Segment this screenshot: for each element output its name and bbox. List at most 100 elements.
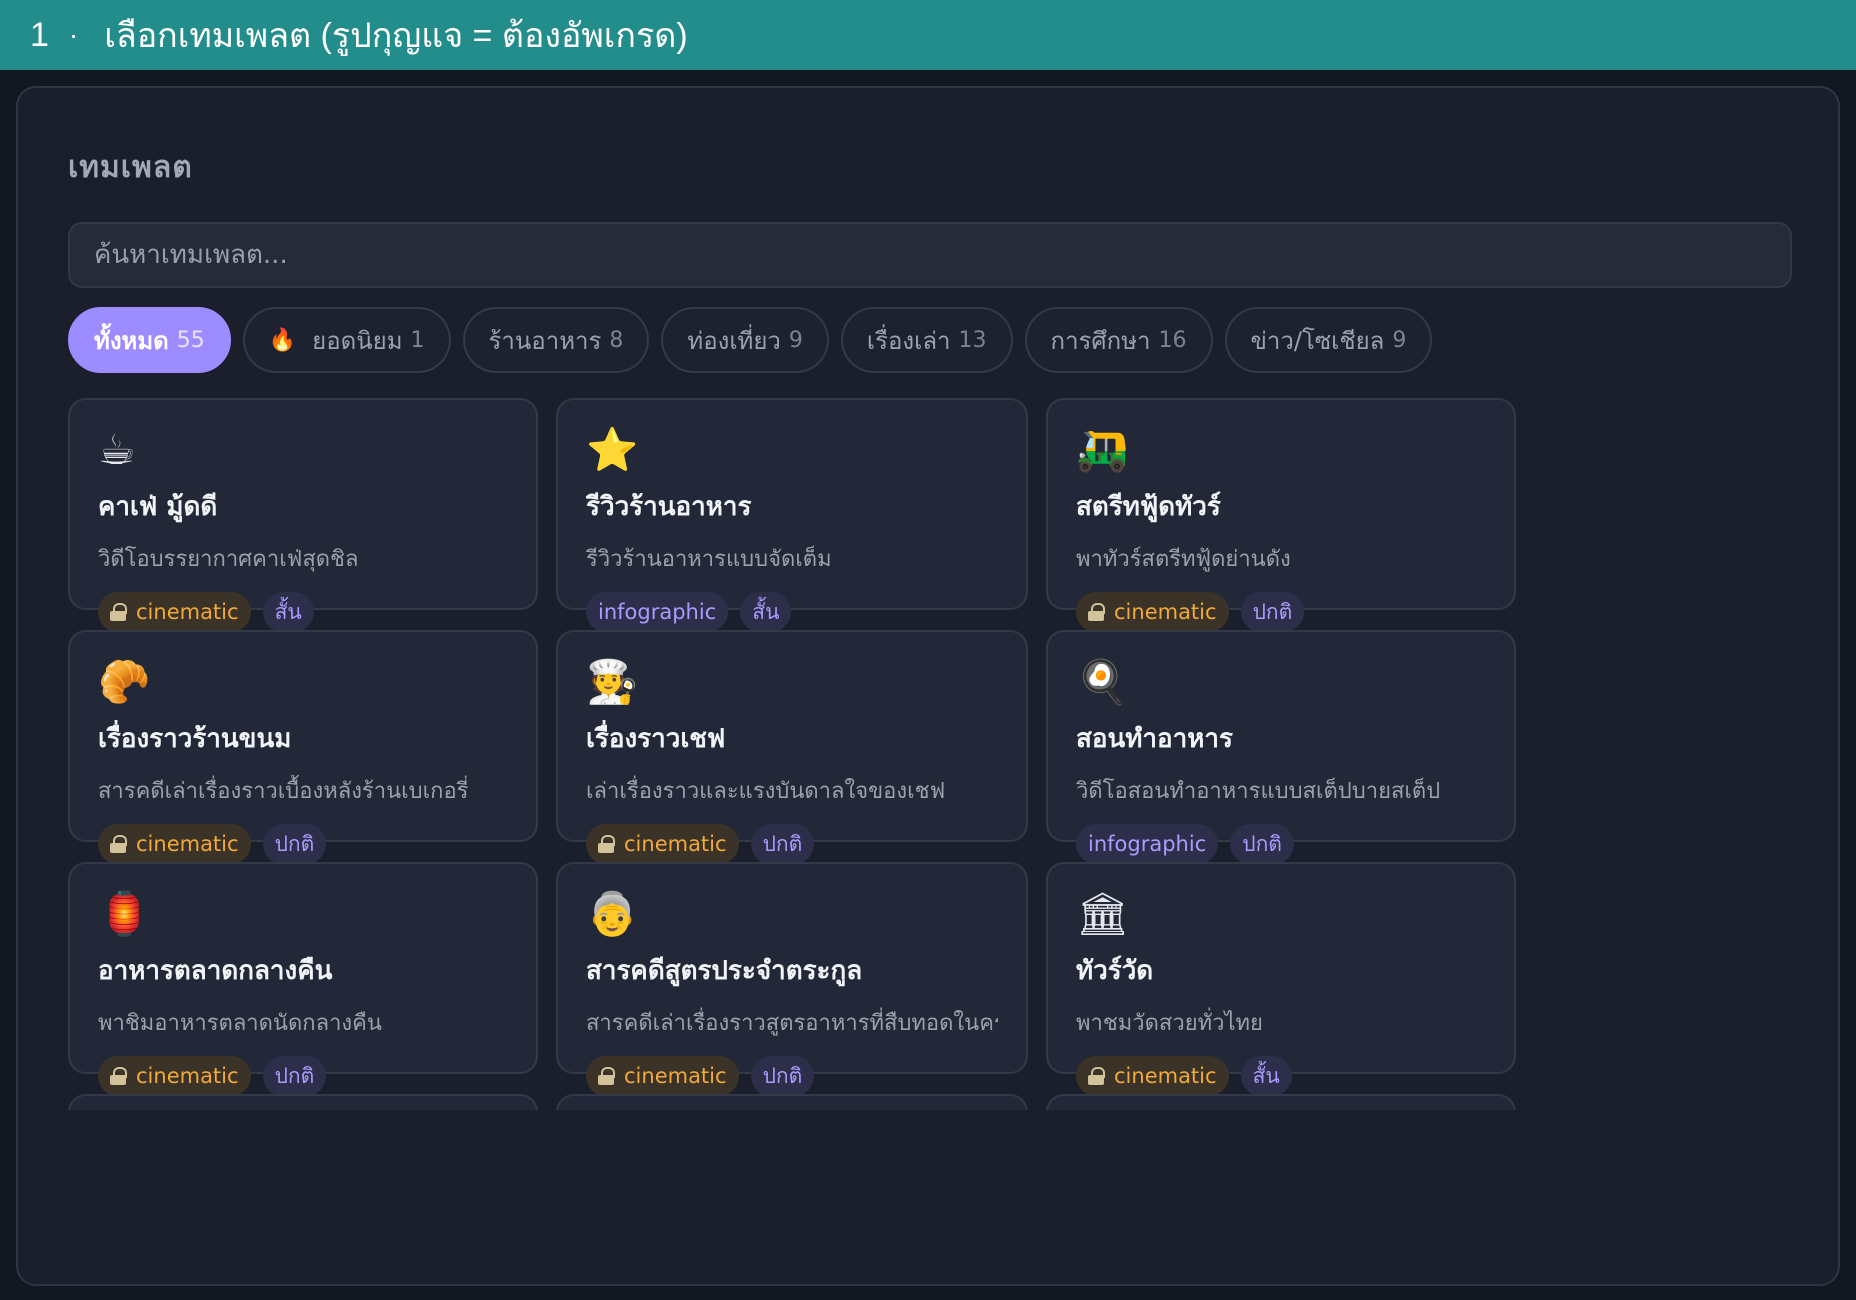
card-description: เล่าเรื่องราวและแรงบันดาลใจของเชฟ: [586, 779, 946, 804]
card-description: รีวิวร้านอาหารแบบจัดเต็ม: [586, 547, 832, 572]
card-description: วิดีโอสอนทำอาหารแบบสเต็ปบายสเต็ป: [1076, 779, 1441, 804]
card-description: วิดีโอบรรยากาศคาเฟ่สุดชิล: [98, 547, 359, 572]
star-icon: ⭐: [586, 425, 639, 474]
card-tags: cinematic สั้น: [1076, 1056, 1486, 1096]
fire-icon: 🔥: [268, 327, 297, 353]
tab-count: 55: [176, 327, 205, 353]
length-badge: ปกติ: [262, 824, 327, 864]
length-badge: สั้น: [740, 592, 792, 632]
lock-icon: [598, 835, 615, 853]
template-card[interactable]: 🍳 สอนทำอาหารวิดีโอสอนทำอาหารแบบสเต็ปบายสเ…: [1046, 630, 1516, 864]
tab-5[interactable]: การศึกษา 16: [1024, 307, 1213, 373]
style-badge: cinematic: [98, 592, 251, 632]
card-tags: cinematic ปกติ: [586, 824, 998, 864]
style-badge: cinematic: [98, 824, 251, 864]
template-card[interactable]: ⭐ รีวิวร้านอาหาร รีวิวร้านอาหารแบบจัดเต็ม i…: [556, 398, 1028, 632]
length-badge: สั้น: [262, 592, 314, 632]
style-badge: cinematic: [586, 1056, 739, 1096]
tab-count: 9: [788, 327, 803, 353]
style-label: cinematic: [624, 1064, 727, 1088]
step-header: 1 · เลือกเทมเพลต (รูปกุญแจ = ต้องอัพเกรด…: [0, 0, 1856, 70]
frying-pan-icon: 🍳: [1076, 657, 1129, 706]
tab-2[interactable]: ร้านอาหาร 8: [462, 307, 650, 373]
chef-icon: 🧑‍🍳: [586, 657, 639, 706]
coffee-icon: ☕: [98, 425, 136, 474]
card-tags: cinematic ปกติ: [586, 1056, 998, 1096]
lantern-icon: 🏮: [98, 889, 151, 938]
tab-1[interactable]: 🔥 ยอดนิยม 1: [242, 307, 451, 373]
length-badge: สั้น: [1240, 1056, 1292, 1096]
style-badge: infographic: [586, 592, 729, 632]
tab-4[interactable]: เรื่องเล่า 13: [840, 307, 1013, 373]
tuk-tuk-icon: 🛺: [1076, 425, 1129, 474]
card-title: อาหารตลาดกลางคืน: [98, 956, 333, 986]
lock-icon: [1088, 603, 1105, 621]
length-badge: ปกติ: [1240, 592, 1305, 632]
card-tags: cinematic ปกติ: [98, 1056, 508, 1096]
tab-count: 9: [1392, 327, 1407, 353]
template-card[interactable]: 🛺 สตรีทฟู้ดทัวร์พาทัวร์สตรีทฟู้ดย่านดัง ci…: [1046, 398, 1516, 632]
tab-3[interactable]: ท่องเที่ยว 9: [661, 307, 829, 373]
template-card-partial[interactable]: [68, 1094, 538, 1110]
length-badge: ปกติ: [1230, 824, 1294, 864]
tab-label: เรื่องเล่า: [866, 326, 951, 355]
template-card-partial[interactable]: [1046, 1094, 1516, 1110]
tab-label: ทั้งหมด: [94, 326, 169, 355]
tab-count: 16: [1158, 327, 1187, 353]
style-badge: cinematic: [1076, 592, 1229, 632]
lock-icon: [598, 1067, 615, 1085]
template-card[interactable]: 🧑‍🍳 เรื่องราวเชฟเล่าเรื่องราวและแรงบันดาล…: [556, 630, 1028, 864]
card-description: สารคดีเล่าเรื่องราวสูตรอาหารที่สืบทอดในค…: [586, 1011, 998, 1036]
search-input[interactable]: [68, 222, 1792, 288]
tab-label: ยอดนิยม: [312, 326, 403, 355]
tab-label: ท่องเที่ยว: [687, 326, 781, 355]
card-title: สตรีทฟู้ดทัวร์: [1076, 492, 1221, 522]
template-panel: เทมเพลต ทั้งหมด 55 🔥 ยอดนิยม 1 ร้านอาหาร 8 ท่อง…: [16, 86, 1840, 1286]
style-label: cinematic: [136, 1064, 239, 1088]
tab-count: 1: [410, 327, 425, 353]
card-tags: cinematic ปกติ: [1076, 592, 1486, 632]
card-tags: cinematic สั้น: [98, 592, 508, 632]
template-card[interactable]: 🥐 เรื่องราวร้านขนม สารคดีเล่าเรื่องราวเบื้…: [68, 630, 538, 864]
template-card[interactable]: ☕ คาเฟ่ มู้ดดีวิดีโอบรรยากาศคาเฟ่สุดชิล ci…: [68, 398, 538, 632]
card-title: สารคดีสูตรประจำตระกูล: [586, 956, 863, 986]
temple-icon: 🏛: [1076, 889, 1130, 938]
tab-label: การศึกษา: [1050, 326, 1151, 355]
lock-icon: [110, 835, 127, 853]
length-badge: ปกติ: [262, 1056, 327, 1096]
style-badge: cinematic: [98, 1056, 251, 1096]
step-number: 1: [30, 15, 49, 54]
style-badge: infographic: [1076, 824, 1219, 864]
template-grid: ☕ คาเฟ่ มู้ดดีวิดีโอบรรยากาศคาเฟ่สุดชิล ci…: [68, 398, 1802, 1110]
card-title: เรื่องราวร้านขนม: [98, 724, 292, 754]
tab-label: ข่าว/โซเชียล: [1250, 326, 1385, 355]
style-label: infographic: [1088, 832, 1207, 856]
style-label: cinematic: [624, 832, 727, 856]
step-separator: ·: [68, 19, 79, 50]
lock-icon: [1088, 1067, 1105, 1085]
tab-count: 8: [609, 327, 624, 353]
template-card-partial[interactable]: [556, 1094, 1028, 1110]
tab-label: ร้านอาหาร: [488, 326, 602, 355]
panel-title: เทมเพลต: [68, 150, 193, 185]
card-title: สอนทำอาหาร: [1076, 724, 1233, 754]
card-description: สารคดีเล่าเรื่องราวเบื้องหลังร้านเบเกอรี…: [98, 779, 469, 804]
card-title: คาเฟ่ มู้ดดี: [98, 492, 218, 522]
template-card[interactable]: 🏛 ทัวร์วัด พาชมวัดสวยทั่วไทย cinematic สั้น: [1046, 862, 1516, 1096]
style-badge: cinematic: [1076, 1056, 1229, 1096]
length-badge: ปกติ: [750, 824, 815, 864]
tab-6[interactable]: ข่าว/โซเชียล 9: [1224, 307, 1433, 373]
template-card[interactable]: 🏮 อาหารตลาดกลางคืน พาชิมอาหารตลาดนัดกลางคื…: [68, 862, 538, 1096]
lock-icon: [110, 603, 127, 621]
template-card[interactable]: 👵 สารคดีสูตรประจำตระกูลสารคดีเล่าเรื่องรา…: [556, 862, 1028, 1096]
style-label: cinematic: [136, 600, 239, 624]
card-title: เรื่องราวเชฟ: [586, 724, 726, 754]
style-label: cinematic: [1114, 600, 1217, 624]
style-label: infographic: [598, 600, 717, 624]
grandmother-icon: 👵: [586, 889, 639, 938]
step-title: เลือกเทมเพลต (รูปกุญแจ = ต้องอัพเกรด): [104, 17, 688, 55]
card-description: พาทัวร์สตรีทฟู้ดย่านดัง: [1076, 547, 1291, 572]
tab-0[interactable]: ทั้งหมด 55: [68, 307, 231, 373]
style-label: cinematic: [1114, 1064, 1217, 1088]
style-label: cinematic: [136, 832, 239, 856]
